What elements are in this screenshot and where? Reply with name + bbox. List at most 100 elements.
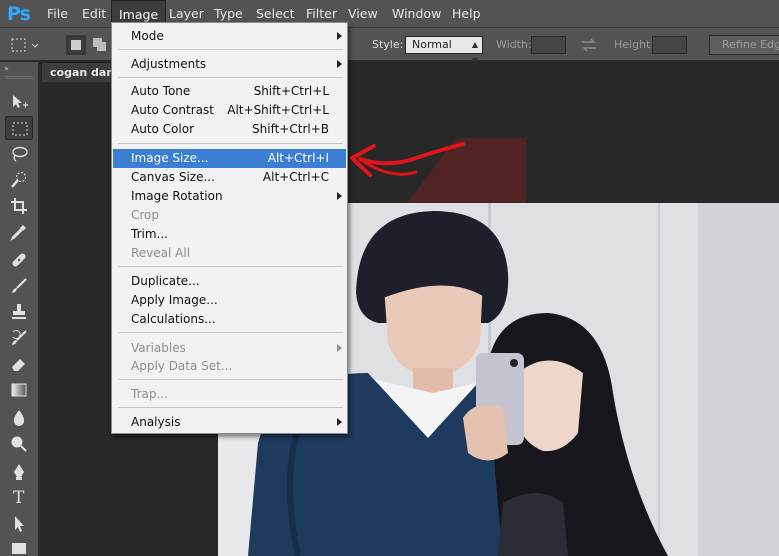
menu-item-label: Image Rotation xyxy=(131,189,223,203)
menu-separator xyxy=(118,266,343,267)
menu-item-label: Auto Contrast xyxy=(131,103,214,117)
menu-item-reveal-all[interactable]: Reveal All xyxy=(113,244,346,263)
menu-item-label: Trap... xyxy=(131,387,168,401)
menu-item-shortcut: Alt+Ctrl+C xyxy=(262,170,329,184)
menu-item-label: Adjustments xyxy=(131,57,207,71)
submenu-arrow-icon xyxy=(337,418,342,426)
tool-history-brush[interactable] xyxy=(5,326,33,350)
lasso-icon xyxy=(12,146,28,162)
menu-item-crop[interactable]: Crop xyxy=(113,206,346,225)
submenu-arrow-icon xyxy=(337,32,342,40)
type-tool-icon: T xyxy=(13,488,25,508)
menu-item-shortcut: Shift+Ctrl+L xyxy=(253,84,329,98)
menu-item-label: Mode xyxy=(131,29,164,43)
menu-item-label: Auto Tone xyxy=(131,84,191,98)
menu-item-calculations[interactable]: Calculations... xyxy=(113,310,346,329)
menu-item-canvas-size[interactable]: Canvas Size... Alt+Ctrl+C xyxy=(113,168,346,187)
tool-crop[interactable] xyxy=(5,194,33,218)
crop-icon xyxy=(11,198,27,214)
tool-marquee[interactable] xyxy=(5,116,33,140)
menu-item-shortcut: Alt+Ctrl+I xyxy=(267,151,329,165)
menu-item-apply-data-set[interactable]: Apply Data Set... xyxy=(113,357,346,376)
style-select[interactable]: Normal ▲ ▼ xyxy=(405,36,483,65)
menu-edit[interactable]: Edit xyxy=(75,0,113,28)
collapse-panel-icon[interactable]: » xyxy=(4,64,9,73)
tool-eyedropper[interactable] xyxy=(5,220,33,244)
menu-item-label: Trim... xyxy=(131,227,168,241)
menu-item-duplicate[interactable]: Duplicate... xyxy=(113,272,346,291)
menu-item-shortcut: Shift+Ctrl+B xyxy=(252,122,329,136)
brush-icon xyxy=(12,278,27,293)
healing-brush-icon xyxy=(12,253,26,267)
width-label: Width: xyxy=(496,38,532,51)
tool-healing[interactable] xyxy=(5,248,33,272)
menu-separator xyxy=(118,143,343,144)
photoshop-logo: Ps xyxy=(7,3,31,25)
menu-item-shortcut: Alt+Shift+Ctrl+L xyxy=(227,103,329,117)
gradient-icon xyxy=(11,383,27,397)
panel-grip[interactable] xyxy=(5,76,33,79)
tool-lasso[interactable] xyxy=(5,142,33,166)
height-label: Height: xyxy=(614,38,655,51)
width-input[interactable] xyxy=(531,36,566,54)
rectangle-shape-icon xyxy=(12,543,26,554)
menu-item-mode[interactable]: Mode xyxy=(113,27,346,46)
menu-item-trap[interactable]: Trap... xyxy=(113,385,346,404)
move-tool-icon xyxy=(13,95,28,108)
tool-brush[interactable] xyxy=(5,274,33,298)
menu-item-apply-image[interactable]: Apply Image... xyxy=(113,291,346,310)
style-label: Style: xyxy=(372,38,404,51)
tool-shape[interactable] xyxy=(5,536,33,556)
eyedropper-icon xyxy=(10,225,26,241)
tool-blur[interactable] xyxy=(5,406,33,430)
tool-pen[interactable] xyxy=(5,460,33,484)
menu-item-label: Crop xyxy=(131,208,160,222)
menu-item-label: Duplicate... xyxy=(131,274,200,288)
tool-type[interactable]: T xyxy=(5,486,33,510)
clone-stamp-icon xyxy=(12,304,26,319)
tools-panel: » T xyxy=(0,62,39,556)
blur-icon xyxy=(13,410,25,426)
menu-file[interactable]: File xyxy=(40,0,75,28)
menu-item-image-size[interactable]: Image Size... Alt+Ctrl+I xyxy=(113,149,346,168)
add-to-selection-icon[interactable] xyxy=(92,36,110,54)
submenu-arrow-icon xyxy=(337,344,342,352)
menu-item-label: Analysis xyxy=(131,415,181,429)
menu-item-image-rotation[interactable]: Image Rotation xyxy=(113,187,346,206)
menu-item-label: Canvas Size... xyxy=(131,170,215,184)
menu-window[interactable]: Window xyxy=(385,0,448,28)
tool-stamp[interactable] xyxy=(5,300,33,324)
menu-help[interactable]: Help xyxy=(445,0,488,28)
new-selection-icon[interactable] xyxy=(66,35,86,55)
menu-separator xyxy=(118,332,343,333)
eraser-icon xyxy=(12,359,25,371)
select-arrows-icon: ▲ ▼ xyxy=(471,40,478,65)
red-annotation-arrow-icon xyxy=(350,142,465,177)
tool-gradient[interactable] xyxy=(5,378,33,402)
menu-item-label: Reveal All xyxy=(131,246,191,260)
menu-item-auto-contrast[interactable]: Auto Contrast Alt+Shift+Ctrl+L xyxy=(113,101,346,120)
submenu-arrow-icon xyxy=(337,60,342,68)
swap-dimensions-icon[interactable] xyxy=(580,37,598,53)
menu-item-auto-color[interactable]: Auto Color Shift+Ctrl+B xyxy=(113,120,346,139)
tool-path-select[interactable] xyxy=(5,512,33,536)
refine-edge-button[interactable]: Refine Edge... xyxy=(709,35,779,55)
menu-item-label: Apply Image... xyxy=(131,293,218,307)
menu-item-analysis[interactable]: Analysis xyxy=(113,413,346,432)
menu-separator xyxy=(118,407,343,408)
style-select-value: Normal xyxy=(412,38,452,51)
menu-item-adjustments[interactable]: Adjustments xyxy=(113,55,346,74)
tool-eraser[interactable] xyxy=(5,352,33,376)
quick-selection-icon xyxy=(11,172,26,188)
marquee-preset-icon[interactable] xyxy=(8,36,42,54)
tool-dodge[interactable] xyxy=(5,432,33,456)
menu-item-trim[interactable]: Trim... xyxy=(113,225,346,244)
tool-move[interactable] xyxy=(5,90,33,114)
menu-item-auto-tone[interactable]: Auto Tone Shift+Ctrl+L xyxy=(113,82,346,101)
menu-separator xyxy=(118,49,343,50)
menu-item-variables[interactable]: Variables xyxy=(113,339,346,358)
path-selection-icon xyxy=(15,516,24,532)
image-menu-dropdown: Mode Adjustments Auto Tone Shift+Ctrl+L … xyxy=(111,22,348,434)
tool-quick-select[interactable] xyxy=(5,168,33,192)
height-input[interactable] xyxy=(652,36,687,54)
